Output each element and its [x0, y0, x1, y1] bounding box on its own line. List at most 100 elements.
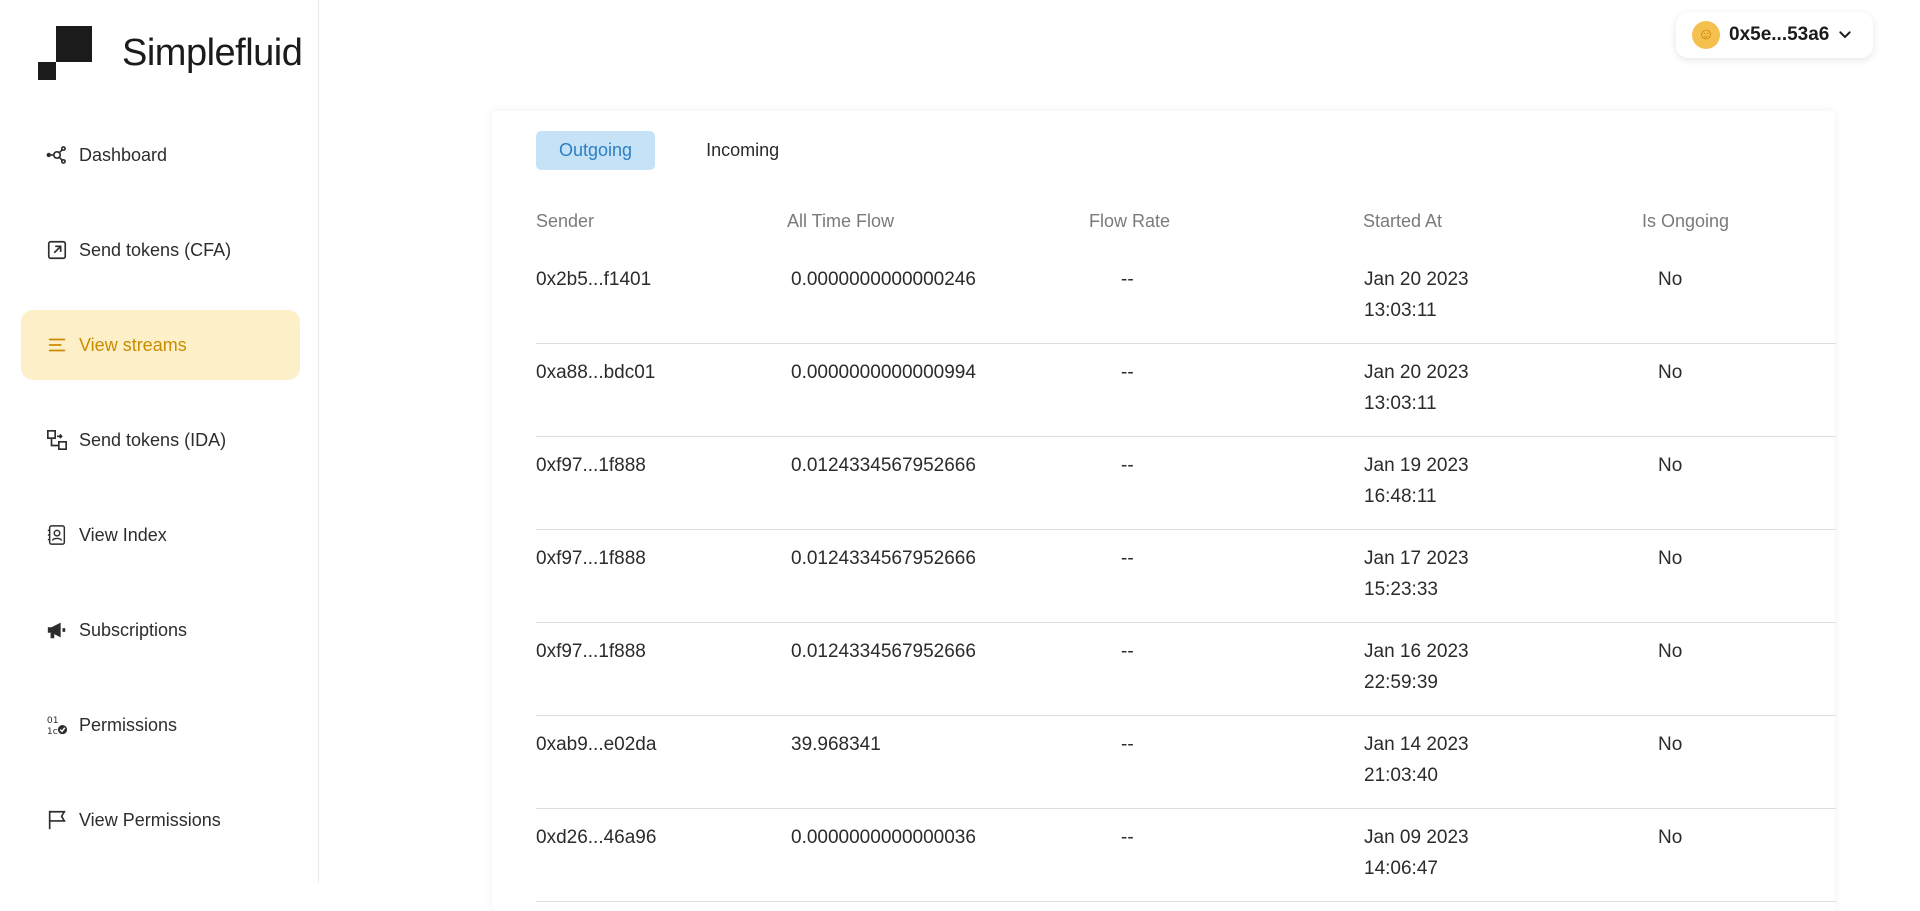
table-row[interactable]: 0xf97...1f888 0.0124334567952666 -- Jan …	[536, 530, 1836, 623]
sidebar-item-dashboard[interactable]: Dashboard	[21, 120, 300, 190]
cell-is-ongoing: No	[1658, 827, 1683, 848]
cell-is-ongoing: No	[1658, 269, 1683, 290]
sidebar-item-send-tokens-ida[interactable]: Send tokens (IDA)	[21, 405, 300, 475]
distribute-icon	[45, 428, 69, 452]
cell-is-ongoing: No	[1658, 548, 1683, 569]
chevron-down-icon	[1837, 27, 1853, 43]
external-link-icon	[45, 238, 69, 262]
wallet-button[interactable]: ☺ 0x5e...53a6	[1676, 12, 1873, 58]
cell-started-at: Jan 09 2023 14:06:47	[1364, 822, 1469, 884]
sidebar-item-label: Permissions	[79, 714, 178, 735]
brand-name: Simplefluid	[122, 31, 303, 74]
sidebar-item-label: View Permissions	[79, 809, 221, 830]
cell-all-time-flow: 0.0000000000000246	[791, 269, 976, 290]
header-sender: Sender	[536, 211, 595, 231]
cell-time: 14:06:47	[1364, 858, 1438, 879]
stream-tabs: Outgoing Incoming	[536, 131, 802, 170]
sidebar-item-view-permissions[interactable]: View Permissions	[21, 785, 300, 855]
cell-all-time-flow: 0.0124334567952666	[791, 455, 976, 476]
cell-date: Jan 17 2023	[1364, 548, 1469, 569]
header-all-time-flow: All Time Flow	[787, 211, 895, 231]
sidebar-item-label: Send tokens (CFA)	[79, 239, 232, 260]
table-row[interactable]: 0xab9...e02da 39.968341 -- Jan 14 2023 21…	[536, 716, 1836, 809]
cell-started-at: Jan 16 2023 22:59:39	[1364, 636, 1469, 698]
cell-flow-rate: --	[1121, 455, 1134, 476]
tab-outgoing[interactable]: Outgoing	[536, 131, 656, 170]
avatar: ☺	[1692, 21, 1720, 49]
cell-date: Jan 09 2023	[1364, 827, 1469, 848]
cell-all-time-flow: 0.0000000000000036	[791, 827, 976, 848]
header-flow-rate: Flow Rate	[1089, 211, 1171, 231]
table-row[interactable]: 0xf97...1f888 0.0124334567952666 -- Jan …	[536, 623, 1836, 716]
sidebar-item-view-index[interactable]: View Index	[21, 500, 300, 570]
brand-logo[interactable]: Simplefluid	[38, 26, 303, 80]
cell-started-at: Jan 19 2023 16:48:11	[1364, 450, 1469, 512]
cell-flow-rate: --	[1121, 827, 1134, 848]
tab-incoming[interactable]: Incoming	[683, 131, 802, 170]
sidebar-item-send-tokens-cfa[interactable]: Send tokens (CFA)	[21, 215, 300, 285]
sidebar-item-subscriptions[interactable]: Subscriptions	[21, 595, 300, 665]
table-row[interactable]: 0xd26...46a96 0.0000000000000036 -- Jan …	[536, 809, 1836, 902]
cell-started-at: Jan 20 2023 13:03:11	[1364, 264, 1469, 326]
cell-date: Jan 14 2023	[1364, 734, 1469, 755]
table-row[interactable]: 0x2b5...f1401 0.0000000000000246 -- Jan …	[536, 251, 1836, 344]
cell-is-ongoing: No	[1658, 362, 1683, 383]
table-row[interactable]: 0xa88...bdc01 0.0000000000000994 -- Jan …	[536, 344, 1836, 437]
cell-flow-rate: --	[1121, 641, 1134, 662]
cell-sender: 0xf97...1f888	[536, 548, 646, 569]
svg-text:01: 01	[47, 715, 59, 726]
streams-card: Outgoing Incoming Sender All Time Flow F…	[492, 111, 1836, 911]
cell-time: 15:23:33	[1364, 579, 1438, 600]
permissions-icon: 01 1c	[45, 713, 69, 737]
cell-sender: 0xa88...bdc01	[536, 362, 656, 383]
megaphone-icon	[45, 618, 69, 642]
cell-time: 22:59:39	[1364, 672, 1438, 693]
logo-icon	[38, 26, 92, 80]
cell-date: Jan 20 2023	[1364, 362, 1469, 383]
cell-sender: 0xd26...46a96	[536, 827, 657, 848]
contact-card-icon	[45, 523, 69, 547]
table-row[interactable]: 0xf97...1f888 0.0124334567952666 -- Jan …	[536, 437, 1836, 530]
sidebar-item-view-streams[interactable]: View streams	[21, 310, 300, 380]
sidebar: Simplefluid Dashboard Send tokens (CFA) …	[0, 0, 319, 883]
cell-all-time-flow: 0.0124334567952666	[791, 641, 976, 662]
cell-all-time-flow: 0.0000000000000994	[791, 362, 976, 383]
header-started-at: Started At	[1363, 211, 1443, 231]
cell-date: Jan 16 2023	[1364, 641, 1469, 662]
cell-date: Jan 20 2023	[1364, 269, 1469, 290]
flag-icon	[45, 808, 69, 832]
sidebar-nav: Dashboard Send tokens (CFA) View streams…	[21, 120, 300, 880]
cell-sender: 0xab9...e02da	[536, 734, 657, 755]
cell-sender: 0xf97...1f888	[536, 641, 646, 662]
cell-started-at: Jan 20 2023 13:03:11	[1364, 357, 1469, 419]
sidebar-item-label: Send tokens (IDA)	[79, 429, 227, 450]
cell-time: 16:48:11	[1364, 486, 1437, 507]
sidebar-item-permissions[interactable]: 01 1c Permissions	[21, 690, 300, 760]
cell-all-time-flow: 0.0124334567952666	[791, 548, 976, 569]
cell-sender: 0x2b5...f1401	[536, 269, 652, 290]
streams-table: 0x2b5...f1401 0.0000000000000246 -- Jan …	[536, 251, 1836, 902]
wallet-address: 0x5e...53a6	[1729, 24, 1830, 45]
header-is-ongoing: Is Ongoing	[1642, 211, 1730, 231]
cell-sender: 0xf97...1f888	[536, 455, 646, 476]
cell-date: Jan 19 2023	[1364, 455, 1469, 476]
cell-flow-rate: --	[1121, 269, 1134, 290]
cell-is-ongoing: No	[1658, 455, 1683, 476]
cell-time: 13:03:11	[1364, 393, 1437, 414]
network-icon	[45, 143, 69, 167]
cell-started-at: Jan 17 2023 15:23:33	[1364, 543, 1469, 605]
sidebar-item-label: Subscriptions	[79, 619, 188, 640]
cell-time: 13:03:11	[1364, 300, 1437, 321]
cell-started-at: Jan 14 2023 21:03:40	[1364, 729, 1469, 791]
cell-all-time-flow: 39.968341	[791, 734, 881, 755]
cell-is-ongoing: No	[1658, 734, 1683, 755]
sidebar-item-label: Dashboard	[79, 144, 168, 165]
svg-text:1c: 1c	[47, 726, 58, 736]
sidebar-item-label: View streams	[79, 334, 187, 355]
cell-is-ongoing: No	[1658, 641, 1683, 662]
sidebar-item-label: View Index	[79, 524, 167, 545]
cell-flow-rate: --	[1121, 734, 1134, 755]
list-icon	[45, 333, 69, 357]
cell-time: 21:03:40	[1364, 765, 1438, 786]
cell-flow-rate: --	[1121, 548, 1134, 569]
